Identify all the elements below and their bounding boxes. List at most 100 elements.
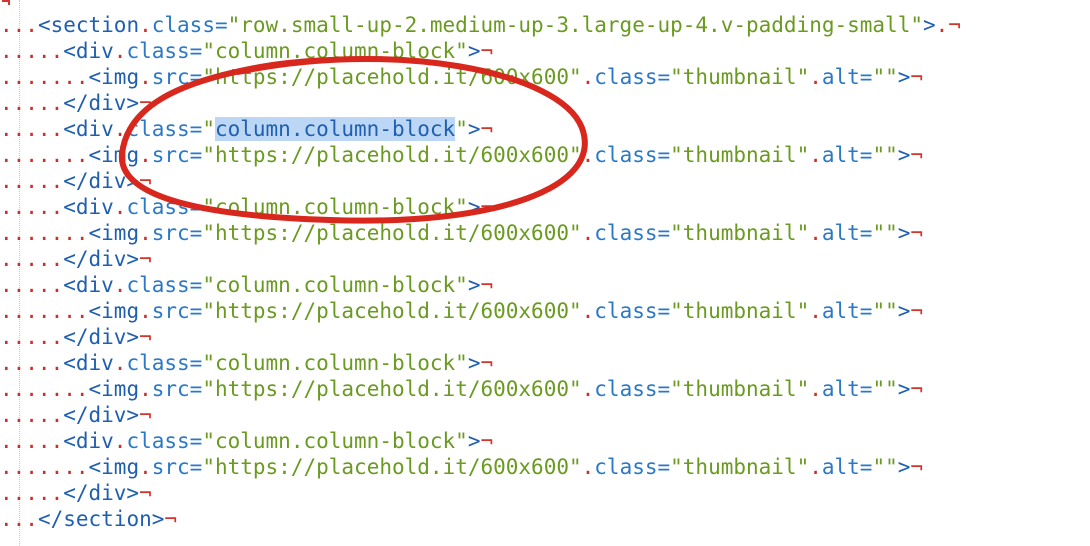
code-string: "https://placehold.it/600x600" [202, 299, 582, 323]
code-tag: </section> [37, 507, 165, 531]
code-string: "column.column-block" [202, 273, 468, 297]
whitespace-marker: . [935, 13, 949, 37]
code-string: "https://placehold.it/600x600" [202, 455, 582, 479]
code-line[interactable]: .......<img.src="https://placehold.it/60… [0, 220, 961, 246]
code-attribute: src= [151, 221, 203, 245]
code-string: " [455, 117, 468, 141]
code-tag: <img [88, 143, 140, 167]
code-tag: </div> [63, 169, 140, 193]
code-line[interactable]: .....<div.class="column.column-block">¬ [0, 272, 961, 298]
whitespace-marker: . [139, 299, 152, 323]
code-line[interactable]: ...<section.class="row.small-up-2.medium… [0, 12, 961, 38]
code-attribute: src= [151, 455, 203, 479]
whitespace-marker: . [113, 117, 127, 141]
code-tag: <img [88, 455, 140, 479]
code-line[interactable]: .....<div.class="column.column-block">¬ [0, 116, 961, 142]
whitespace-marker: . [809, 377, 822, 401]
code-tag: <div [63, 351, 114, 375]
end-of-line-marker: ¬ [139, 91, 152, 115]
code-attribute: alt= [821, 377, 873, 401]
code-tag: > [897, 299, 911, 323]
whitespace-marker: . [809, 221, 822, 245]
code-string: "thumbnail" [670, 221, 810, 245]
indent-markers: ..... [0, 351, 64, 375]
code-tag: <div [63, 195, 114, 219]
indent-markers: ..... [0, 39, 64, 63]
indent-markers: ..... [0, 325, 64, 349]
code-line[interactable]: .....</div>¬ [0, 402, 961, 428]
end-of-line-marker: ¬ [480, 273, 494, 297]
code-tag: <img [88, 221, 140, 245]
whitespace-marker: . [139, 221, 152, 245]
code-line[interactable]: ...</section>¬ [0, 506, 961, 532]
code-line[interactable]: .......<img.src="https://placehold.it/60… [0, 142, 961, 168]
code-attribute: class= [126, 39, 203, 63]
code-line[interactable]: .....</div>¬ [0, 168, 961, 194]
whitespace-marker: . [581, 143, 595, 167]
indent-markers: ... [0, 13, 38, 37]
code-tag: > [897, 143, 911, 167]
end-of-line-marker: ¬ [164, 507, 178, 531]
indent-markers: ....... [0, 221, 89, 245]
code-tag: > [467, 39, 481, 63]
whitespace-marker: . [139, 377, 152, 401]
code-string: "thumbnail" [670, 377, 810, 401]
code-line[interactable]: .....<div.class="column.column-block">¬ [0, 194, 961, 220]
code-lines[interactable]: ...<section.class="row.small-up-2.medium… [0, 12, 961, 532]
whitespace-marker: . [113, 429, 127, 453]
indent-markers: ..... [0, 91, 64, 115]
whitespace-marker: . [139, 65, 152, 89]
code-tag: <div [63, 429, 114, 453]
code-string: "" [872, 221, 898, 245]
code-attribute: alt= [821, 65, 873, 89]
indent-markers: ....... [0, 65, 89, 89]
code-string: "thumbnail" [670, 455, 810, 479]
code-line[interactable]: .......<img.src="https://placehold.it/60… [0, 64, 961, 90]
end-of-line-marker: ¬ [910, 143, 924, 167]
whitespace-marker: . [809, 455, 822, 479]
code-string: "https://placehold.it/600x600" [202, 143, 582, 167]
code-string: "https://placehold.it/600x600" [202, 377, 582, 401]
code-string: "" [872, 143, 898, 167]
end-of-line-marker: ¬ [139, 247, 152, 271]
code-attribute: class= [126, 273, 203, 297]
code-line[interactable]: .....<div.class="column.column-block">¬ [0, 350, 961, 376]
code-attribute: alt= [821, 221, 873, 245]
code-line[interactable]: .......<img.src="https://placehold.it/60… [0, 298, 961, 324]
code-attribute: src= [151, 143, 203, 167]
code-line[interactable]: .....<div.class="column.column-block">¬ [0, 428, 961, 454]
code-tag: > [467, 195, 481, 219]
indent-markers: ..... [0, 403, 64, 427]
end-of-line-marker: ¬ [910, 377, 924, 401]
code-string: "" [872, 299, 898, 323]
code-string: "row.small-up-2.medium-up-3.large-up-4.v… [227, 13, 923, 37]
indent-markers: ....... [0, 299, 89, 323]
code-tag: > [922, 13, 936, 37]
code-attribute: class= [594, 65, 671, 89]
code-attribute: class= [151, 13, 228, 37]
end-of-line-marker: ¬ [910, 455, 924, 479]
code-line[interactable]: .....</div>¬ [0, 246, 961, 272]
whitespace-marker: . [113, 273, 127, 297]
whitespace-marker: . [139, 455, 152, 479]
whitespace-marker: . [113, 195, 127, 219]
whitespace-marker: . [113, 351, 127, 375]
code-tag: </div> [63, 403, 140, 427]
code-line[interactable]: .....</div>¬ [0, 90, 961, 116]
code-tag: > [467, 273, 481, 297]
code-line[interactable]: .....</div>¬ [0, 480, 961, 506]
code-line[interactable]: .......<img.src="https://placehold.it/60… [0, 376, 961, 402]
indent-markers: ..... [0, 169, 64, 193]
code-editor[interactable]: ...<section.class="row.small-up-2.medium… [0, 0, 1090, 546]
code-string: "column.column-block" [202, 351, 468, 375]
code-string: "thumbnail" [670, 143, 810, 167]
end-of-line-marker: ¬ [480, 429, 494, 453]
code-line[interactable]: .....<div.class="column.column-block">¬ [0, 38, 961, 64]
end-of-line-marker: ¬ [139, 169, 152, 193]
end-of-line-marker: ¬ [948, 13, 961, 37]
code-attribute: class= [126, 429, 203, 453]
code-line[interactable]: .......<img.src="https://placehold.it/60… [0, 454, 961, 480]
code-string: "column.column-block" [202, 195, 468, 219]
code-attribute: src= [151, 377, 203, 401]
code-line[interactable]: .....</div>¬ [0, 324, 961, 350]
